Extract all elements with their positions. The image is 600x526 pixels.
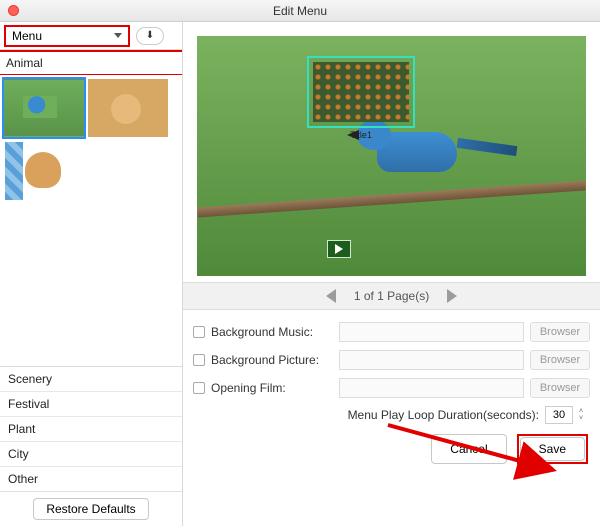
cancel-button[interactable]: Cancel xyxy=(431,434,506,464)
template-thumb[interactable] xyxy=(88,79,168,137)
bg-music-browser-button[interactable]: Browser xyxy=(530,322,590,342)
template-thumbnails xyxy=(0,75,182,366)
loop-duration-input[interactable] xyxy=(545,406,573,424)
loop-duration-stepper[interactable]: ˄ ˅ xyxy=(545,406,586,424)
prev-page-icon[interactable] xyxy=(326,289,336,303)
stepper-up-icon[interactable]: ˄ xyxy=(576,408,586,415)
menu-dropdown[interactable]: Menu xyxy=(4,25,130,47)
category-item[interactable]: Other xyxy=(0,467,182,491)
bg-music-field[interactable] xyxy=(339,322,524,342)
main-panel: Title1 1 of 1 Page(s) Background Music: … xyxy=(183,22,600,526)
opening-film-browser-button[interactable]: Browser xyxy=(530,378,590,398)
template-thumb[interactable] xyxy=(4,141,84,199)
title-slot-label: Title1 xyxy=(307,130,415,140)
bg-music-label: Background Music: xyxy=(211,325,333,339)
pager: 1 of 1 Page(s) xyxy=(183,282,600,310)
bg-picture-field[interactable] xyxy=(339,350,524,370)
category-item[interactable]: Plant xyxy=(0,417,182,442)
settings-form: Background Music: Browser Background Pic… xyxy=(183,310,600,424)
category-item[interactable]: Festival xyxy=(0,392,182,417)
window-title: Edit Menu xyxy=(0,4,600,18)
play-icon[interactable] xyxy=(327,240,351,258)
bg-picture-browser-button[interactable]: Browser xyxy=(530,350,590,370)
menu-preview[interactable]: Title1 xyxy=(197,36,586,276)
close-window-icon[interactable] xyxy=(8,5,19,16)
menu-dropdown-label: Menu xyxy=(12,29,42,43)
category-item[interactable]: Scenery xyxy=(0,367,182,392)
active-category-header: Animal xyxy=(0,52,182,75)
download-button[interactable]: ⬇ xyxy=(136,27,164,45)
pager-text: 1 of 1 Page(s) xyxy=(354,289,429,303)
loop-duration-label: Menu Play Loop Duration(seconds): xyxy=(348,408,539,422)
sidebar: Menu ⬇ Animal Scenery Festival Plant Cit… xyxy=(0,22,183,526)
title-slot[interactable] xyxy=(307,56,415,128)
bg-picture-label: Background Picture: xyxy=(211,353,333,367)
category-list: Scenery Festival Plant City Other xyxy=(0,366,182,491)
next-page-icon[interactable] xyxy=(447,289,457,303)
bg-picture-checkbox[interactable] xyxy=(193,354,205,366)
download-icon: ⬇ xyxy=(146,30,154,41)
template-thumb[interactable] xyxy=(4,79,84,137)
bg-music-checkbox[interactable] xyxy=(193,326,205,338)
chevron-down-icon xyxy=(114,33,122,38)
stepper-down-icon[interactable]: ˅ xyxy=(576,415,586,422)
title-bar: Edit Menu xyxy=(0,0,600,22)
opening-film-label: Opening Film: xyxy=(211,381,333,395)
save-button[interactable]: Save xyxy=(520,437,585,461)
restore-defaults-button[interactable]: Restore Defaults xyxy=(33,498,148,520)
opening-film-checkbox[interactable] xyxy=(193,382,205,394)
category-item[interactable]: City xyxy=(0,442,182,467)
dialog-footer: Cancel Save xyxy=(183,424,600,474)
opening-film-field[interactable] xyxy=(339,378,524,398)
